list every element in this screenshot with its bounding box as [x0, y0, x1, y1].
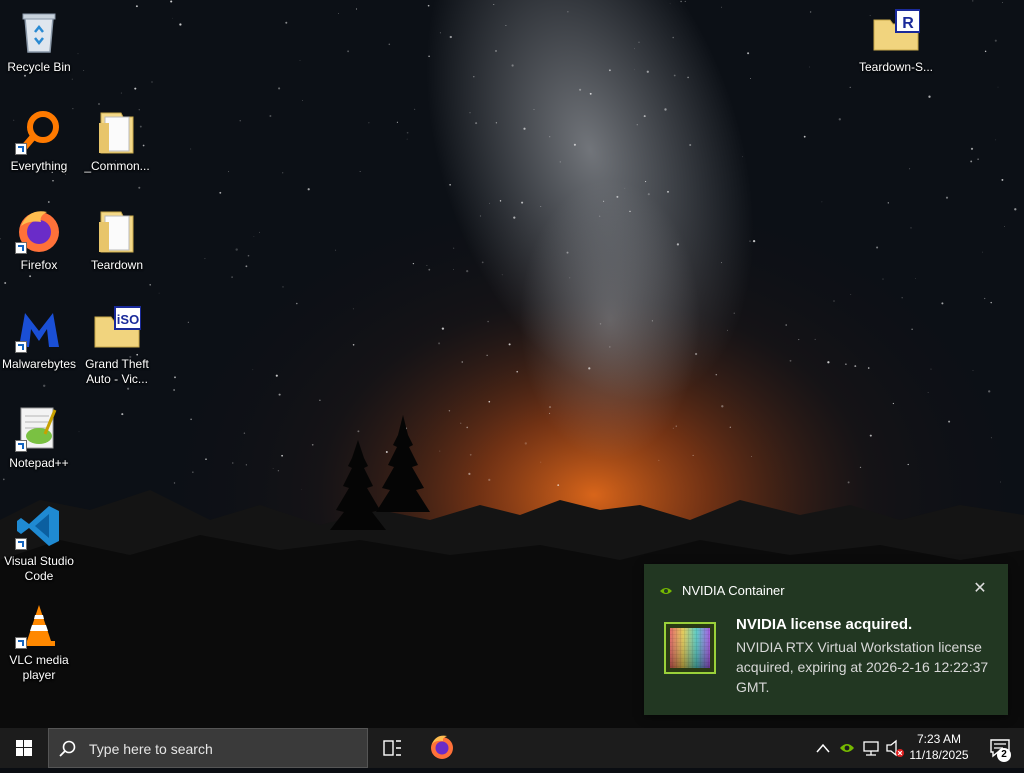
- shortcut-arrow-icon: [15, 242, 27, 254]
- desktop-icon-label: Teardown-S...: [858, 60, 934, 74]
- desktop-icon-teardown-folder[interactable]: Teardown: [79, 200, 155, 292]
- desktop-icon-malwarebytes[interactable]: Malwarebytes: [1, 299, 77, 391]
- shortcut-arrow-icon: [15, 341, 27, 353]
- desktop-icon-label: VLC media player: [9, 653, 69, 682]
- tray-volume-button[interactable]: [884, 728, 906, 768]
- windows-logo-icon: [16, 740, 32, 756]
- desktop-icon-label: Visual Studio Code: [4, 554, 74, 583]
- desktop-icon-label: Notepad++: [9, 456, 69, 470]
- shortcut-arrow-icon: [15, 440, 27, 452]
- rar-folder-icon: R: [873, 9, 920, 51]
- desktop-icon-label: Recycle Bin: [7, 60, 71, 74]
- desktop-icon-label: Everything: [10, 159, 68, 173]
- svg-text:iSO: iSO: [117, 312, 139, 327]
- network-icon: [863, 741, 879, 756]
- tray-network-button[interactable]: [860, 728, 882, 768]
- shortcut-arrow-icon: [15, 143, 27, 155]
- recycle-bin-icon: [22, 13, 56, 53]
- nvidia-icon: [660, 587, 672, 594]
- toast-app-name: NVIDIA Container: [682, 583, 785, 598]
- desktop-icon-gta-iso-folder[interactable]: iSO Grand Theft Auto - Vic...: [79, 299, 155, 391]
- desktop-icon-label: Malwarebytes: [1, 357, 77, 371]
- toast-title: NVIDIA license acquired.: [736, 616, 913, 633]
- desktop-icon-label: _Common...: [84, 159, 150, 173]
- desktop-icon-label: Grand Theft Auto - Vic...: [85, 357, 149, 386]
- desktop-icon-teardown-rar-folder[interactable]: R Teardown-S...: [858, 2, 934, 94]
- clock-time: 7:23 AM: [916, 732, 962, 746]
- nvidia-gpu-icon: [664, 622, 716, 674]
- tray-chevron-button[interactable]: [812, 728, 834, 768]
- desktop-icon-label: Firefox: [20, 258, 58, 272]
- search-icon: [59, 740, 76, 757]
- shortcut-arrow-icon: [15, 637, 27, 649]
- desktop-icon-firefox[interactable]: Firefox: [1, 200, 77, 292]
- clock-date: 11/18/2025: [909, 748, 969, 762]
- chevron-up-icon: [816, 743, 830, 753]
- desktop-icon-vscode[interactable]: Visual Studio Code: [1, 496, 77, 588]
- desktop-icon-common-folder[interactable]: _Common...: [79, 101, 155, 193]
- nvidia-icon: [840, 744, 854, 752]
- toast-close-button[interactable]: ✕: [972, 581, 988, 597]
- taskbar-firefox-button[interactable]: [420, 728, 464, 768]
- firefox-icon: [431, 735, 453, 759]
- task-view-icon: [383, 740, 401, 756]
- desktop-icon-everything[interactable]: Everything: [1, 101, 77, 193]
- task-view-button[interactable]: [370, 728, 414, 768]
- desktop-icon-notepadpp[interactable]: Notepad++: [1, 398, 77, 490]
- folder-icon: [99, 112, 134, 154]
- toast-app-header: NVIDIA Container: [660, 583, 785, 598]
- iso-folder-icon: iSO: [94, 306, 141, 348]
- action-center-button[interactable]: 2: [978, 728, 1022, 768]
- search-placeholder: Type here to search: [89, 741, 213, 757]
- notification-count-badge: 2: [997, 748, 1011, 762]
- volume-muted-icon: [886, 739, 904, 757]
- desktop-icon-label: Teardown: [90, 258, 144, 272]
- taskbar-clock[interactable]: 7:23 AM 11/18/2025: [904, 731, 974, 763]
- folder-icon: [99, 211, 134, 253]
- tray-nvidia-button[interactable]: [836, 728, 858, 768]
- start-button[interactable]: [0, 728, 48, 768]
- toast-message: NVIDIA RTX Virtual Workstation license a…: [736, 639, 989, 695]
- taskbar-search-box[interactable]: Type here to search: [48, 728, 368, 768]
- desktop-icon-recycle-bin[interactable]: Recycle Bin: [1, 2, 77, 94]
- svg-text:R: R: [902, 15, 914, 32]
- shortcut-arrow-icon: [15, 538, 27, 550]
- desktop-icon-vlc[interactable]: VLC media player: [1, 595, 77, 687]
- taskbar: Type here to search 7:23 AM 11/18/2025 2: [0, 728, 1024, 768]
- notification-toast[interactable]: NVIDIA Container ✕ NVIDIA license acquir…: [644, 564, 1008, 715]
